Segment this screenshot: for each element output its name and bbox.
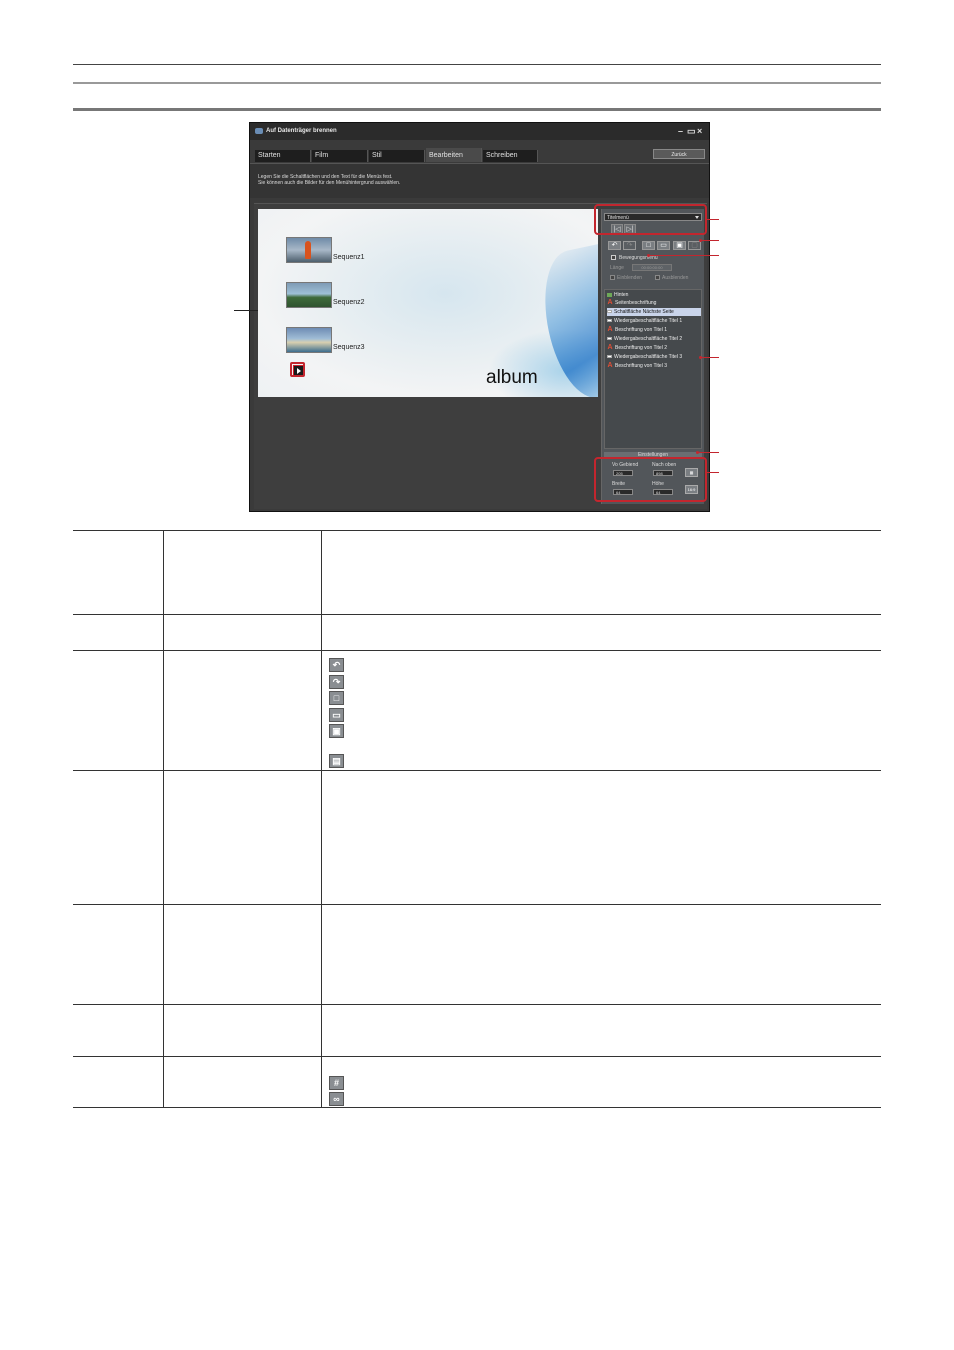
list-item[interactable]: Hinten	[607, 291, 701, 299]
table-rule	[73, 614, 881, 615]
button-icon	[607, 337, 612, 341]
button-icon	[607, 310, 612, 314]
tab-schreiben[interactable]: Schreiben	[483, 150, 538, 162]
undo-button[interactable]: ↶	[608, 241, 621, 250]
sequence-label-2[interactable]: Sequenz2	[333, 299, 365, 306]
back-button[interactable]: Zurück	[653, 149, 705, 159]
callout-line	[707, 219, 719, 220]
redo-icon: ↷	[329, 675, 344, 689]
sequence-label-1[interactable]: Sequenz1	[333, 254, 365, 261]
window-down-icon: ▤	[329, 754, 344, 768]
table-rule	[73, 1056, 881, 1057]
tab-stil[interactable]: Stil	[369, 150, 425, 162]
list-item[interactable]: Schaltfläche Nächste Seite	[607, 308, 701, 316]
section-rule	[73, 108, 881, 111]
list-item[interactable]: Wiedergabeschaltfläche Titel 1	[607, 317, 701, 325]
list-item[interactable]: A Beschriftung von Titel 1	[607, 326, 701, 334]
tab-film[interactable]: Film	[312, 150, 368, 162]
link-icon: ∞	[329, 1092, 344, 1106]
redo-button[interactable]: ↷	[623, 241, 636, 250]
callout-dot	[647, 254, 650, 257]
header-rule	[73, 82, 881, 84]
table-rule	[73, 770, 881, 771]
restore-button[interactable]: ▭	[687, 126, 696, 136]
burn-disc-window: Auf Datenträger brennen – ▭ × Starten Fi…	[249, 122, 710, 512]
square-icon-button[interactable]: □	[642, 241, 655, 250]
list-item[interactable]: Wiedergabeschaltfläche Titel 2	[607, 335, 701, 343]
window-icon-button[interactable]: ▣	[673, 241, 686, 250]
list-item[interactable]: Wiedergabeschaltfläche Titel 3	[607, 353, 701, 361]
page-caption[interactable]: album	[486, 367, 538, 389]
square-icon: □	[329, 691, 344, 705]
text-a-icon: A	[607, 344, 613, 351]
callout-dot	[696, 451, 699, 454]
callout-dot	[699, 356, 702, 359]
window-titlebar: Auf Datenträger brennen – ▭ ×	[250, 123, 709, 140]
callout-line	[697, 452, 719, 453]
image-icon	[607, 292, 612, 297]
fade-in-checkbox[interactable]	[610, 275, 615, 280]
fade-in-label: Einblenden	[617, 275, 643, 281]
window-title: Auf Datenträger brennen	[266, 128, 337, 134]
monitor-icon: ▭	[329, 708, 344, 722]
button-icon	[607, 319, 612, 323]
length-field[interactable]: 00:00:00:00	[632, 264, 672, 271]
callout-line	[700, 357, 719, 358]
table-rule	[73, 1004, 881, 1005]
table-rule	[73, 530, 881, 531]
disabled-icon-button[interactable]: ▢	[688, 241, 701, 250]
text-a-icon: A	[607, 299, 613, 306]
tab-bearbeiten[interactable]: Bearbeiten	[426, 148, 482, 162]
monitor-icon-button[interactable]: ▭	[657, 241, 670, 250]
table-rule	[73, 650, 881, 651]
motion-menu-checkbox[interactable]	[611, 255, 616, 260]
menu-select-highlight	[594, 204, 707, 235]
table-rule	[73, 1107, 881, 1108]
grid-icon: #	[329, 1076, 344, 1090]
callout-line	[234, 310, 258, 311]
list-item[interactable]: A Beschriftung von Titel 2	[607, 344, 701, 352]
undo-icon: ↶	[329, 658, 344, 672]
sequence-thumbnail-3[interactable]	[286, 327, 332, 353]
callout-line	[707, 472, 719, 473]
text-a-icon: A	[607, 326, 613, 333]
text-a-icon: A	[607, 362, 613, 369]
sequence-thumbnail-1[interactable]	[286, 237, 332, 263]
sequence-thumbnail-2[interactable]	[286, 282, 332, 308]
menu-preview[interactable]: Sequenz1 Sequenz2 Sequenz3 album	[258, 209, 598, 397]
list-item[interactable]: A Seitenbeschriftung	[607, 299, 701, 307]
table-column-rule	[163, 530, 164, 1108]
table-column-rule	[321, 530, 322, 1108]
close-button[interactable]: ×	[697, 126, 702, 136]
menu-element-list[interactable]: Hinten A Seitenbeschriftung Schaltfläche …	[604, 289, 702, 449]
instruction-line-2: Sie können auch die Bilder für den Menüh…	[258, 180, 401, 186]
position-size-highlight	[594, 457, 707, 502]
callout-line	[648, 255, 719, 256]
disc-app-icon	[255, 128, 263, 134]
top-rule	[73, 64, 881, 65]
tab-starten[interactable]: Starten	[255, 150, 311, 162]
callout-line	[700, 240, 719, 241]
window-icon: ▣	[329, 724, 344, 738]
sequence-label-3[interactable]: Sequenz3	[333, 344, 365, 351]
list-item[interactable]: A Beschriftung von Titel 3	[607, 362, 701, 370]
fade-out-checkbox[interactable]	[655, 275, 660, 280]
fade-out-label: Ausblenden	[662, 275, 689, 281]
table-rule	[73, 904, 881, 905]
button-icon	[607, 355, 612, 359]
instructions-panel: Legen Sie die Schaltflächen und den Text…	[250, 163, 709, 198]
length-label: Länge	[610, 265, 624, 271]
minimize-button[interactable]: –	[678, 126, 683, 136]
callout-dot	[699, 239, 702, 242]
next-page-button-highlight	[290, 362, 305, 377]
